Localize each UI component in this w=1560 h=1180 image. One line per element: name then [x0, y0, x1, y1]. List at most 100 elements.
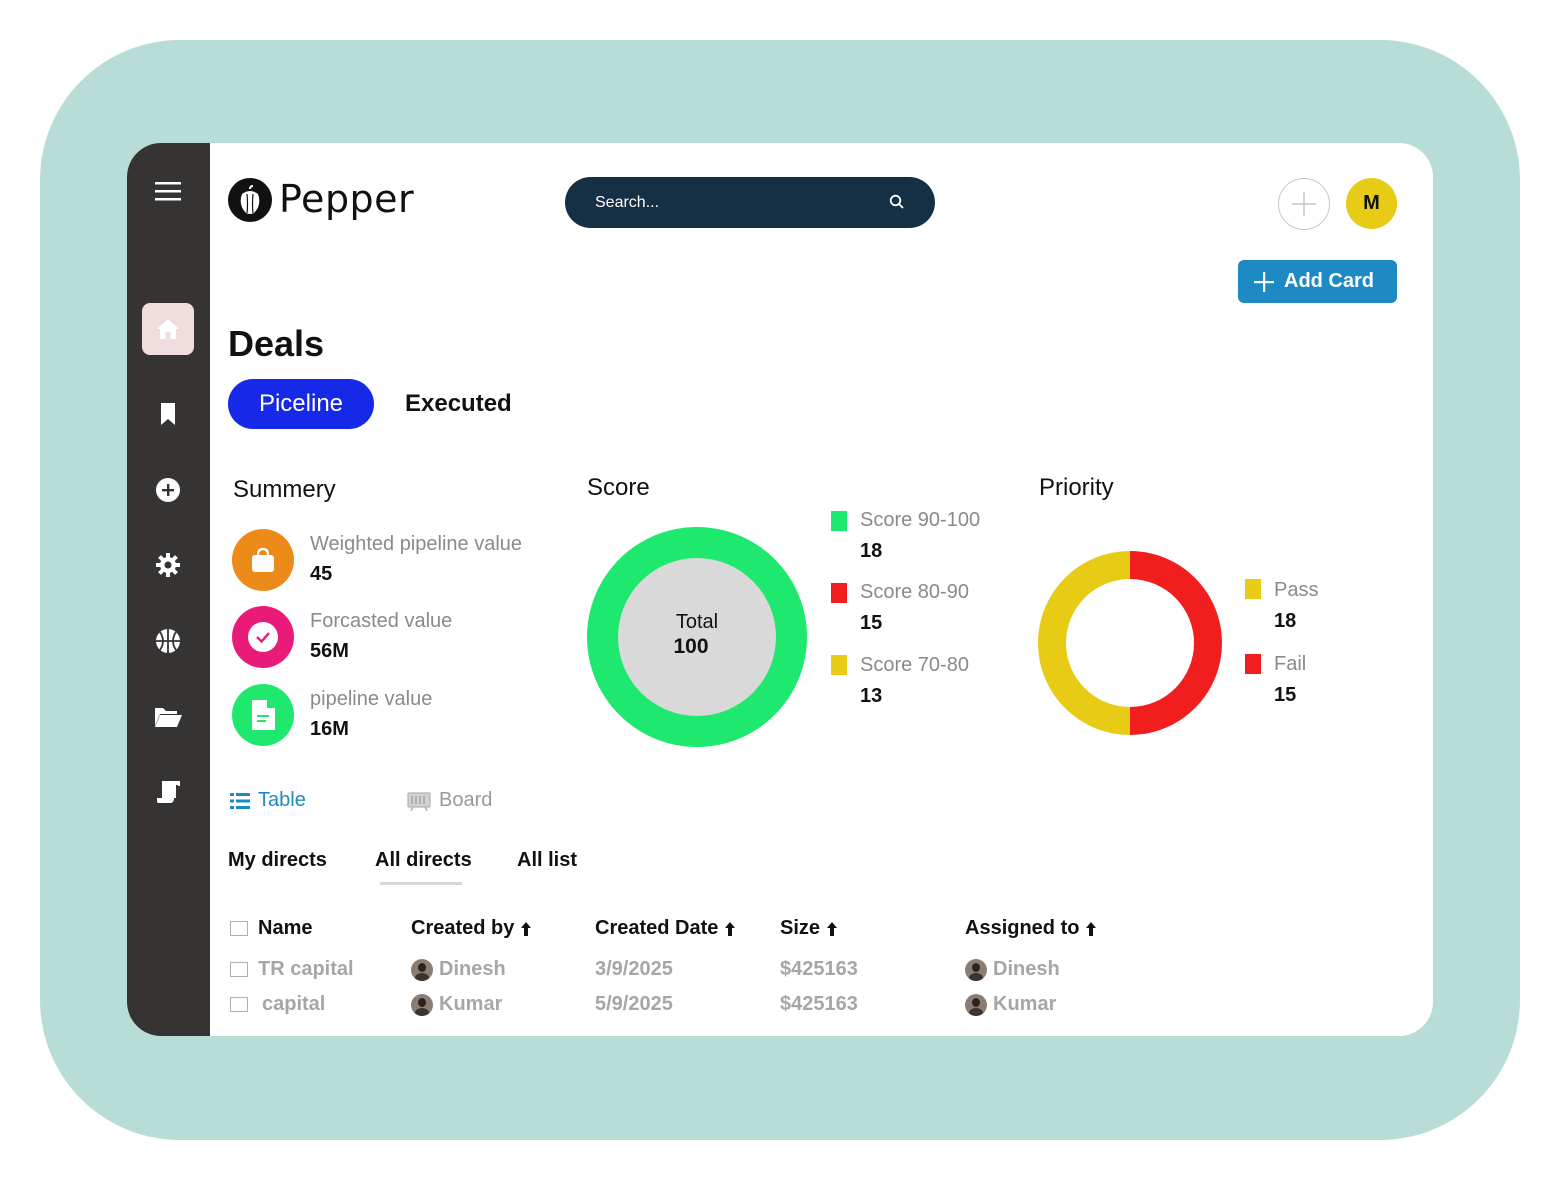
board-icon: [407, 791, 431, 811]
row-name-cell: TR capital: [230, 958, 354, 981]
summary-value: 45: [310, 563, 333, 585]
row-name: capital: [262, 993, 326, 1015]
basketball-icon[interactable]: [142, 615, 194, 667]
folder-open-icon[interactable]: [142, 691, 194, 743]
legend-swatch: [831, 583, 847, 603]
scroll-icon[interactable]: [142, 766, 194, 818]
row-checkbox[interactable]: [230, 962, 248, 977]
score-title: Score: [587, 474, 650, 501]
avatar: [965, 958, 987, 981]
column-header-created-by[interactable]: Created by: [411, 917, 532, 940]
user-avatar[interactable]: M: [1346, 178, 1397, 229]
row-name: TR capital: [258, 958, 354, 980]
row-created-date: 5/9/2025: [595, 993, 673, 1015]
row-created-by: Kumar: [439, 993, 503, 1015]
search-bar: [565, 177, 935, 228]
avatar: [411, 993, 433, 1016]
sort-arrow-up-icon: [725, 921, 736, 936]
avatar: [411, 958, 433, 981]
summary-label: Forcasted value: [310, 610, 453, 632]
sort-arrow-up-icon: [521, 921, 532, 936]
row-assigned-to: Kumar: [993, 993, 1057, 1015]
legend-swatch: [831, 655, 847, 675]
row-assigned-to: Dinesh: [993, 958, 1060, 980]
priority-donut-chart: [1038, 551, 1222, 735]
list-icon: [230, 792, 250, 809]
bag-icon: [232, 529, 294, 591]
column-label: Name: [258, 917, 313, 939]
column-label: Assigned to: [965, 917, 1080, 939]
row-name-cell: capital: [230, 993, 325, 1016]
score-total-value: 100: [673, 635, 709, 658]
legend-label: Score 80-90: [860, 581, 969, 603]
board-view-option[interactable]: Board: [407, 789, 492, 812]
add-button[interactable]: [1278, 178, 1330, 230]
sort-arrow-up-icon: [827, 921, 838, 936]
table-view-option[interactable]: Table: [230, 789, 306, 812]
pepper-logo-icon: [228, 178, 272, 222]
menu-icon[interactable]: [142, 165, 194, 217]
column-header-created-date[interactable]: Created Date: [595, 917, 736, 940]
legend-value: 15: [860, 612, 883, 634]
plus-icon: [1292, 192, 1316, 216]
column-label: Created by: [411, 917, 515, 939]
app-window: Pepper M Add Card Deals Piceline Execute…: [127, 143, 1433, 1036]
column-header-assigned-to[interactable]: Assigned to: [965, 917, 1097, 940]
select-all-checkbox[interactable]: [230, 921, 248, 936]
summary-value: 16M: [310, 718, 349, 740]
row-assigned-to-cell: Dinesh: [965, 958, 1060, 981]
avatar: [965, 993, 987, 1016]
legend-value: 18: [860, 540, 883, 562]
add-circle-icon[interactable]: [142, 464, 194, 516]
column-label: Created Date: [595, 917, 719, 939]
summary-title: Summery: [233, 476, 336, 503]
check-circle-icon: [232, 606, 294, 668]
priority-fail-segment: [1130, 551, 1222, 735]
subtab-all-list[interactable]: All list: [517, 849, 577, 872]
plus-icon: [1254, 271, 1274, 292]
gear-icon[interactable]: [142, 539, 194, 591]
legend-value: 15: [1274, 684, 1297, 706]
column-header-name[interactable]: Name: [230, 917, 312, 940]
bookmark-icon[interactable]: [142, 388, 194, 440]
row-created-date: 3/9/2025: [595, 958, 673, 980]
legend-label: Score 70-80: [860, 654, 969, 676]
tab-pipeline[interactable]: Piceline: [228, 379, 374, 429]
subtab-all-directs[interactable]: All directs: [375, 849, 472, 872]
legend-value: 13: [860, 685, 883, 707]
priority-title: Priority: [1039, 474, 1114, 501]
legend-label: Score 90-100: [860, 509, 981, 531]
row-created-by: Dinesh: [439, 958, 506, 980]
row-assigned-to-cell: Kumar: [965, 993, 1056, 1016]
row-created-by-cell: Dinesh: [411, 958, 506, 981]
add-card-button[interactable]: Add Card: [1238, 260, 1397, 303]
legend-swatch: [1245, 654, 1261, 674]
summary-label: Weighted pipeline value: [310, 533, 523, 555]
legend-value: 18: [1274, 610, 1297, 632]
subtab-my-directs[interactable]: My directs: [228, 849, 327, 872]
board-view-label: Board: [439, 789, 493, 811]
summary-label: pipeline value: [310, 688, 433, 710]
active-subtab-underline: [380, 882, 462, 885]
tab-executed[interactable]: Executed: [405, 390, 512, 418]
legend-swatch: [1245, 579, 1261, 599]
brand-name: Pepper: [279, 177, 415, 221]
column-label: Size: [780, 917, 821, 939]
page-title: Deals: [228, 323, 325, 364]
row-size: $425163: [780, 993, 858, 1015]
summary-value: 56M: [310, 640, 349, 662]
search-icon[interactable]: [889, 194, 905, 215]
table-view-label: Table: [258, 789, 306, 811]
legend-label: Pass: [1274, 579, 1319, 601]
main-content: Pepper M Add Card Deals Piceline Execute…: [210, 143, 1433, 1036]
legend-label: Fail: [1274, 653, 1307, 675]
search-input[interactable]: [595, 177, 875, 228]
sidebar: [127, 143, 210, 1036]
row-size: $425163: [780, 958, 858, 980]
add-card-label: Add Card: [1284, 270, 1374, 292]
home-icon[interactable]: [142, 303, 194, 355]
row-checkbox[interactable]: [230, 997, 248, 1012]
column-header-size[interactable]: Size: [780, 917, 838, 940]
sort-arrow-up-icon: [1086, 921, 1097, 936]
document-icon: [232, 684, 294, 746]
